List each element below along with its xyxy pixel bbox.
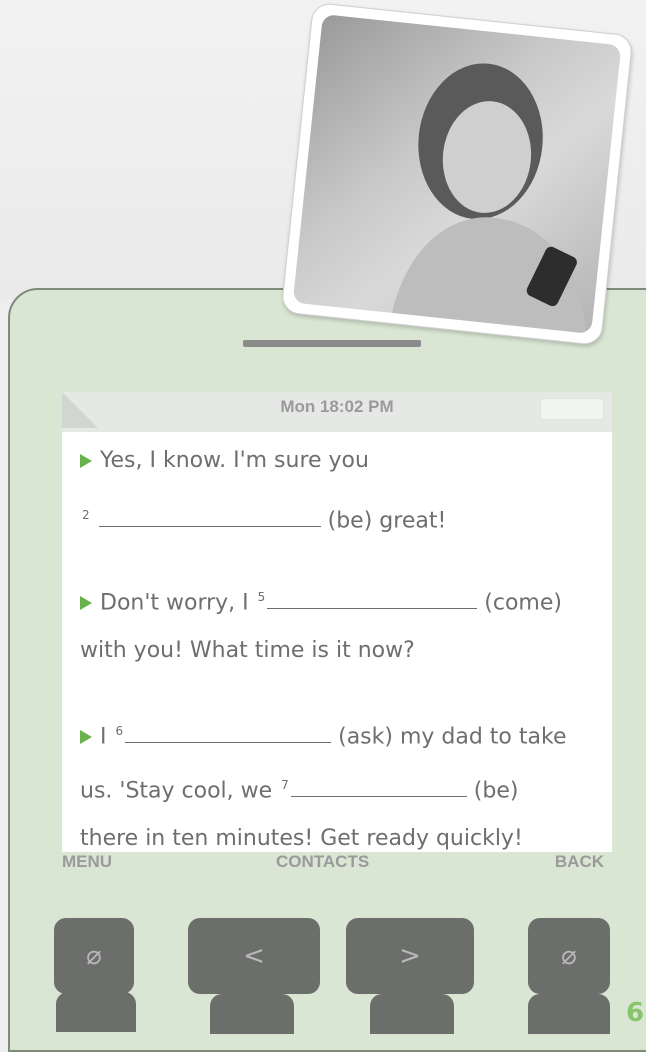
message-line: with you! What time is it now? bbox=[80, 624, 562, 678]
message-item: Don't worry, I 5 (come) with you! What t… bbox=[80, 570, 562, 678]
left-action-key[interactable]: ⌀ bbox=[54, 918, 134, 994]
message-line: 2 (be) great! bbox=[80, 488, 446, 542]
message-text: Yes, I know. I'm sure you bbox=[100, 448, 369, 473]
message-text: (come) bbox=[477, 590, 562, 616]
phone-icon: ⌀ bbox=[86, 941, 102, 971]
chevron-left-icon: < bbox=[243, 941, 265, 971]
photo-illustration bbox=[392, 63, 587, 334]
menu-softkey[interactable]: MENU bbox=[62, 852, 112, 872]
message-text: there in ten minutes! Get ready quickly! bbox=[80, 826, 523, 851]
contacts-softkey[interactable]: CONTACTS bbox=[276, 852, 369, 872]
back-softkey[interactable]: BACK bbox=[555, 852, 604, 872]
arrow-icon bbox=[80, 596, 92, 611]
keypad-key[interactable] bbox=[370, 994, 454, 1034]
gap-number: 7 bbox=[281, 778, 289, 792]
message-text: us. 'Stay cool, we bbox=[80, 778, 280, 804]
message-text: (be) bbox=[466, 778, 519, 804]
message-text: I bbox=[100, 724, 114, 750]
photo-frame bbox=[280, 2, 634, 346]
keypad-key[interactable] bbox=[56, 992, 136, 1032]
message-line: Don't worry, I 5 (come) bbox=[80, 570, 562, 624]
fill-in-blank[interactable] bbox=[125, 722, 332, 744]
status-bar: Mon 18:02 PM bbox=[62, 392, 612, 432]
battery-icon bbox=[540, 398, 604, 420]
speaker-slot bbox=[243, 340, 421, 347]
message-line: Yes, I know. I'm sure you bbox=[80, 434, 446, 488]
message-text: (be) great! bbox=[320, 508, 447, 534]
message-item: Yes, I know. I'm sure you 2 (be) great! bbox=[80, 434, 446, 542]
keypad-key[interactable] bbox=[210, 994, 294, 1034]
message-line: us. 'Stay cool, we 7 (be) bbox=[80, 758, 567, 812]
gap-number: 5 bbox=[257, 590, 266, 604]
right-action-key[interactable]: ⌀ bbox=[528, 918, 610, 994]
prev-key[interactable]: < bbox=[188, 918, 320, 994]
keypad-key[interactable] bbox=[528, 994, 610, 1034]
softkey-bar: MENU CONTACTS BACK bbox=[62, 852, 612, 876]
gap-number: 6 bbox=[115, 724, 124, 738]
next-key[interactable]: > bbox=[346, 918, 474, 994]
status-time: Mon 18:02 PM bbox=[280, 397, 394, 416]
message-text: (ask) my dad to take bbox=[331, 724, 567, 750]
message-item: I 6 (ask) my dad to take us. 'Stay cool,… bbox=[80, 704, 567, 866]
page-number: 63 bbox=[626, 998, 646, 1028]
arrow-icon bbox=[80, 454, 92, 468]
message-text: Don't worry, I bbox=[100, 590, 256, 616]
fill-in-blank[interactable] bbox=[98, 506, 321, 528]
fill-in-blank[interactable] bbox=[290, 776, 467, 798]
arrow-icon bbox=[80, 730, 92, 745]
photo-girl-with-phone bbox=[292, 14, 622, 334]
chevron-right-icon: > bbox=[399, 941, 421, 971]
gap-number: 2 bbox=[82, 508, 90, 522]
fill-in-blank[interactable] bbox=[267, 588, 478, 610]
phone-screen: Mon 18:02 PM Yes, I know. I'm sure you 2… bbox=[62, 392, 612, 852]
phone-icon: ⌀ bbox=[561, 941, 577, 971]
message-line: I 6 (ask) my dad to take bbox=[80, 704, 567, 758]
message-text: with you! What time is it now? bbox=[80, 638, 415, 663]
